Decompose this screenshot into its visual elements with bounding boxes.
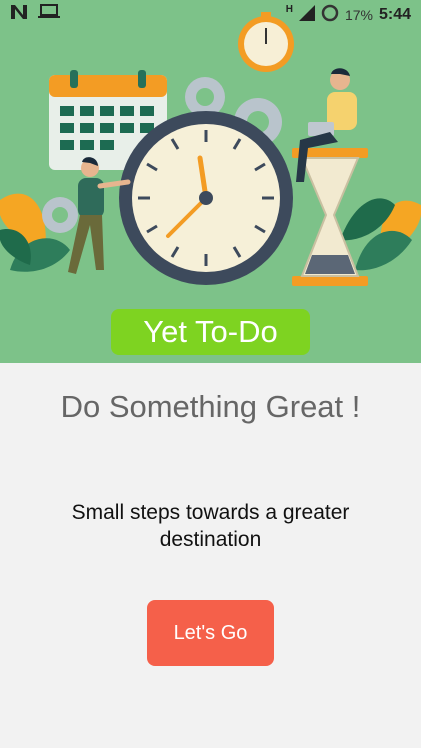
lets-go-button[interactable]: Let's Go xyxy=(147,600,274,666)
clock-time: 5:44 xyxy=(378,6,411,23)
tagline: Small steps towards a greater destinatio… xyxy=(71,501,350,551)
headline: Do Something Great ! xyxy=(60,389,361,424)
hero-banner: H 17% 5:44 Yet To-Do xyxy=(0,0,421,363)
app-title-badge: Yet To-Do xyxy=(111,309,310,355)
laptop-icon xyxy=(38,4,60,24)
signal-icon xyxy=(298,5,315,25)
n-logo-icon xyxy=(10,4,28,24)
network-type-label: H xyxy=(285,3,293,15)
battery-percent: 17% xyxy=(344,7,373,23)
status-bar: H 17% 5:44 xyxy=(0,0,421,28)
battery-ring-icon xyxy=(321,4,339,26)
